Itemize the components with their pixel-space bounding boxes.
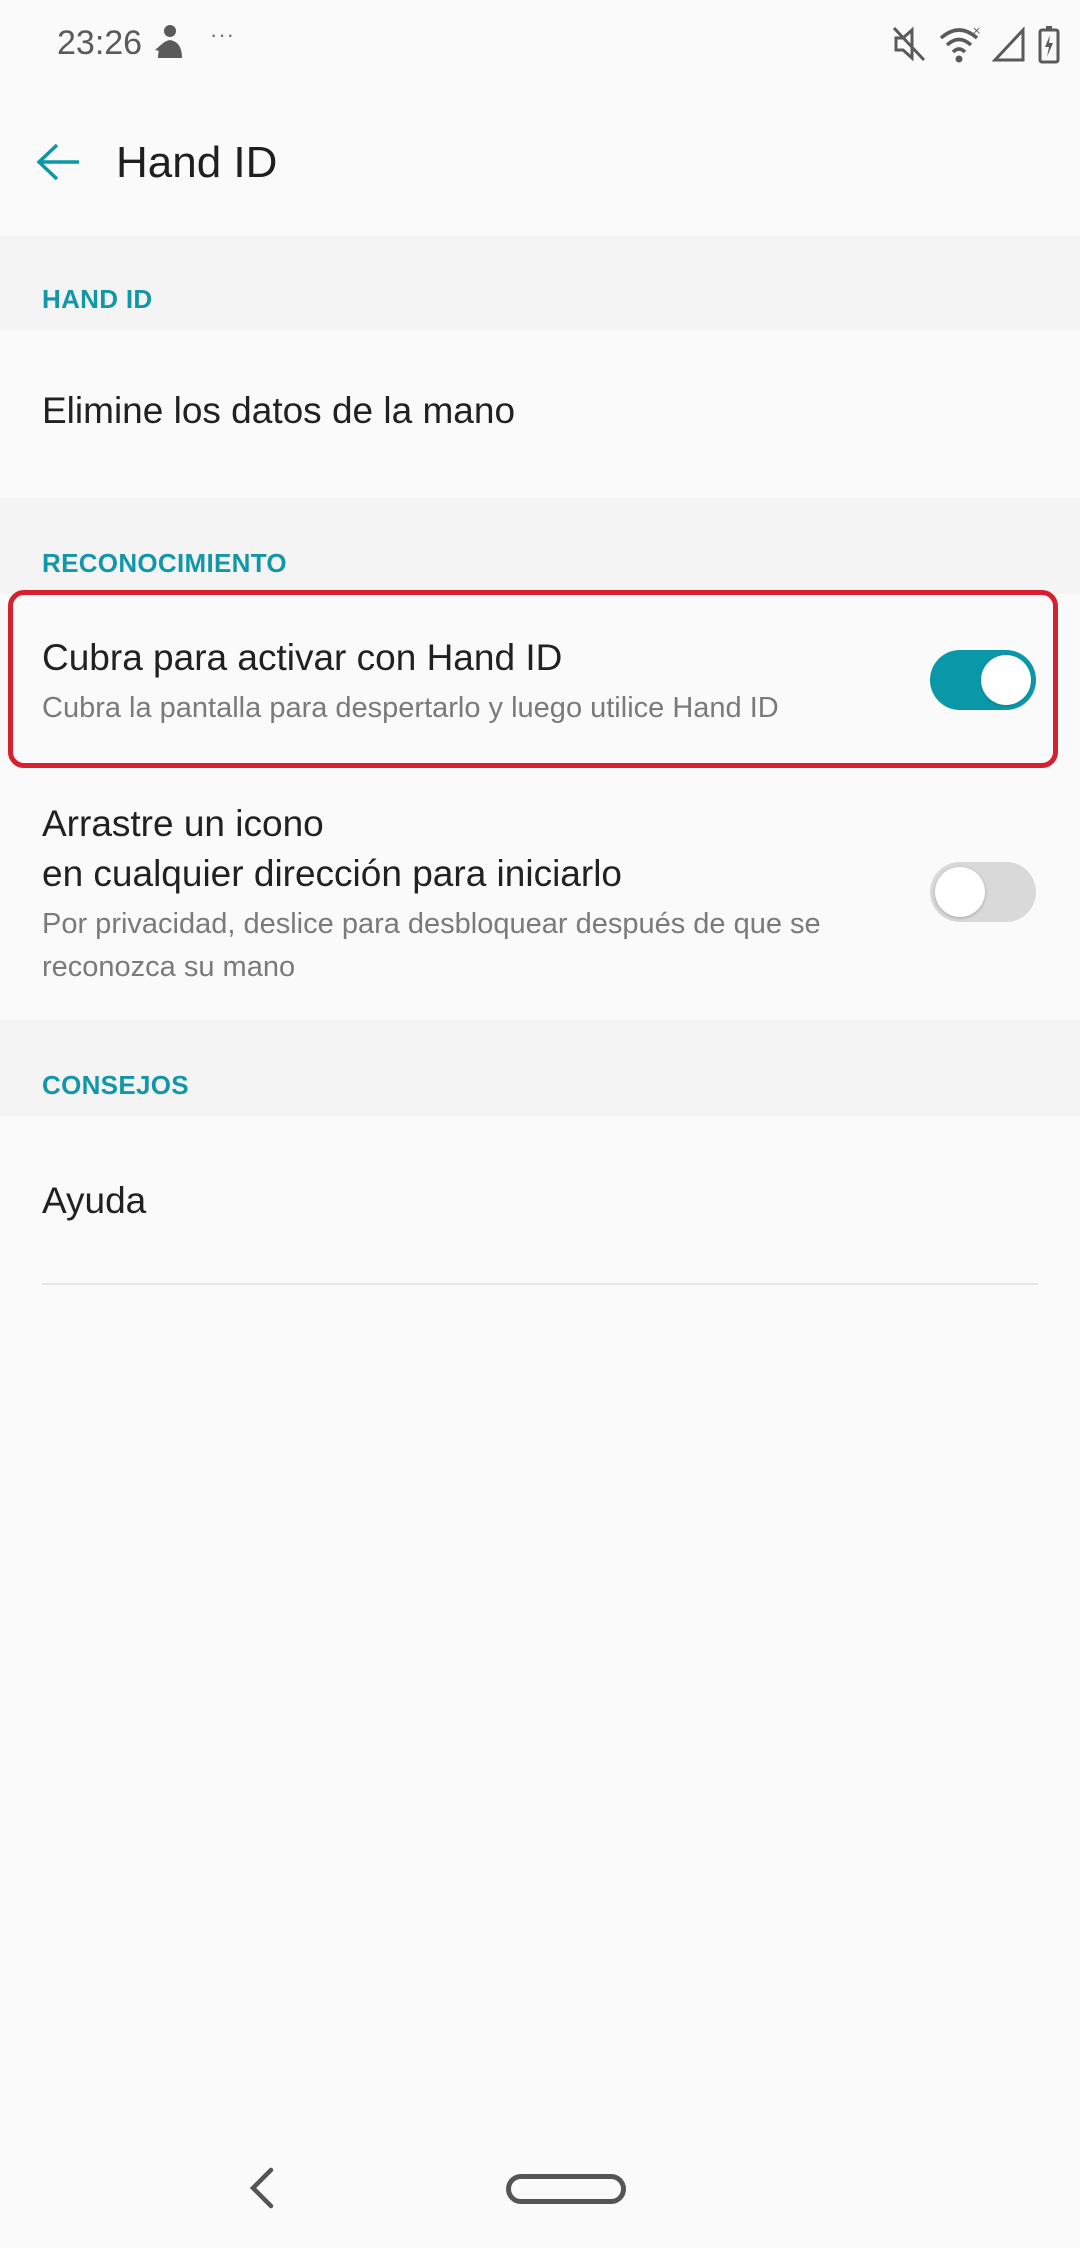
mute-icon bbox=[892, 24, 926, 64]
drag-icon-subtitle-line1: Por privacidad, deslice para desbloquear… bbox=[42, 908, 821, 940]
delete-hand-data-label: Elimine los datos de la mano bbox=[42, 390, 516, 431]
svg-text:×: × bbox=[972, 24, 980, 37]
page-title: Hand ID bbox=[116, 138, 278, 187]
list-item-drag-icon[interactable]: Arrastre un icono en cualquier dirección… bbox=[0, 766, 1080, 1020]
list-item-delete-hand-data[interactable]: Elimine los datos de la mano bbox=[0, 330, 1080, 498]
battery-icon bbox=[1038, 24, 1060, 64]
chevron-left-icon bbox=[249, 2167, 274, 2209]
drag-icon-toggle[interactable] bbox=[930, 862, 1036, 922]
section-header-tips: CONSEJOS bbox=[0, 1020, 1080, 1116]
drag-icon-title-line2: en cualquier dirección para iniciarlo bbox=[42, 853, 622, 894]
wifi-icon: × bbox=[938, 24, 980, 64]
section-header-hand-id: HAND ID bbox=[0, 236, 1080, 330]
section-header-label: RECONOCIMIENTO bbox=[42, 548, 287, 578]
help-label: Ayuda bbox=[42, 1180, 147, 1221]
drag-icon-title-line1: Arrastre un icono bbox=[42, 803, 324, 844]
back-button[interactable] bbox=[20, 124, 96, 200]
section-header-label: CONSEJOS bbox=[42, 1070, 189, 1100]
highlight-box bbox=[8, 590, 1058, 768]
divider bbox=[42, 1283, 1038, 1285]
status-icons: × bbox=[892, 22, 1060, 66]
signal-icon bbox=[992, 24, 1026, 64]
toggle-knob bbox=[935, 867, 985, 917]
nav-back-button[interactable] bbox=[232, 2158, 292, 2218]
nav-home-button[interactable] bbox=[506, 2174, 626, 2204]
status-more-indicator: ··· bbox=[210, 22, 235, 47]
notification-icon bbox=[152, 22, 188, 62]
section-header-label: HAND ID bbox=[42, 284, 153, 314]
arrow-left-icon bbox=[36, 143, 79, 181]
drag-icon-subtitle-line2: reconozca su mano bbox=[42, 951, 296, 983]
status-time: 23:26 bbox=[57, 24, 143, 62]
section-header-recognition: RECONOCIMIENTO bbox=[0, 498, 1080, 594]
app-bar: Hand ID bbox=[0, 96, 1080, 236]
list-item-help[interactable]: Ayuda bbox=[0, 1116, 1080, 1282]
status-bar: 23:26 ··· × bbox=[0, 0, 1080, 96]
